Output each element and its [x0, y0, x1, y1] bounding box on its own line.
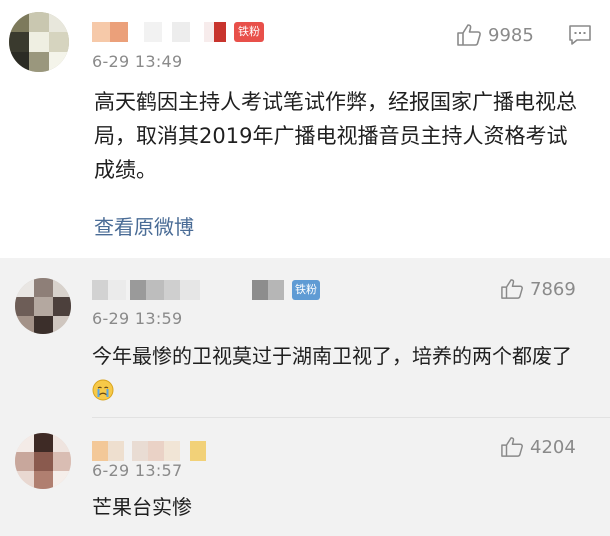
- reply-time: 6-29 13:59: [92, 309, 183, 328]
- view-original-link[interactable]: 查看原微博: [94, 211, 194, 240]
- thumbs-up-icon: [501, 279, 523, 299]
- replies-section: 铁粉 6-29 13:59 7869 今年最惨的卫视莫过于湖南卫视了，培养的两个…: [0, 258, 610, 536]
- thumbs-up-icon: [457, 24, 481, 46]
- divider: [92, 417, 610, 418]
- like-count: 4204: [530, 436, 576, 458]
- reply-body-text: 今年最惨的卫视莫过于湖南卫视了，培养的两个都废了: [92, 344, 572, 368]
- like-button[interactable]: 9985: [456, 22, 534, 48]
- like-count: 7869: [530, 278, 576, 300]
- comment-time: 6-29 13:49: [92, 52, 183, 71]
- comment-icon[interactable]: [568, 24, 592, 46]
- reply-body: 芒果台实惨: [92, 495, 192, 519]
- like-button[interactable]: 7869: [500, 276, 576, 302]
- comment-body: 高天鹤因主持人考试笔试作弊，经报国家广播电视总局，取消其2019年广播电视播音员…: [94, 90, 577, 182]
- avatar[interactable]: [9, 12, 69, 72]
- avatar[interactable]: [15, 278, 71, 334]
- thumbs-up-icon: [501, 437, 523, 457]
- username[interactable]: [92, 22, 242, 42]
- avatar[interactable]: [15, 433, 71, 489]
- username[interactable]: [92, 441, 212, 461]
- main-comment: 铁粉 6-29 13:49 9985 高天鹤因主持人考试笔试作弊，经报国家广播电…: [0, 0, 610, 258]
- fan-badge: 铁粉: [292, 280, 320, 300]
- username[interactable]: [92, 280, 292, 300]
- like-button[interactable]: 4204: [500, 434, 576, 460]
- crying-face-emoji: [92, 379, 114, 401]
- like-count: 9985: [488, 24, 534, 46]
- fan-badge: 铁粉: [234, 22, 264, 42]
- comment-thread: 铁粉 6-29 13:49 9985 高天鹤因主持人考试笔试作弊，经报国家广播电…: [0, 0, 610, 536]
- reply-time: 6-29 13:57: [92, 461, 183, 480]
- reply-body: 今年最惨的卫视莫过于湖南卫视了，培养的两个都废了: [92, 339, 582, 407]
